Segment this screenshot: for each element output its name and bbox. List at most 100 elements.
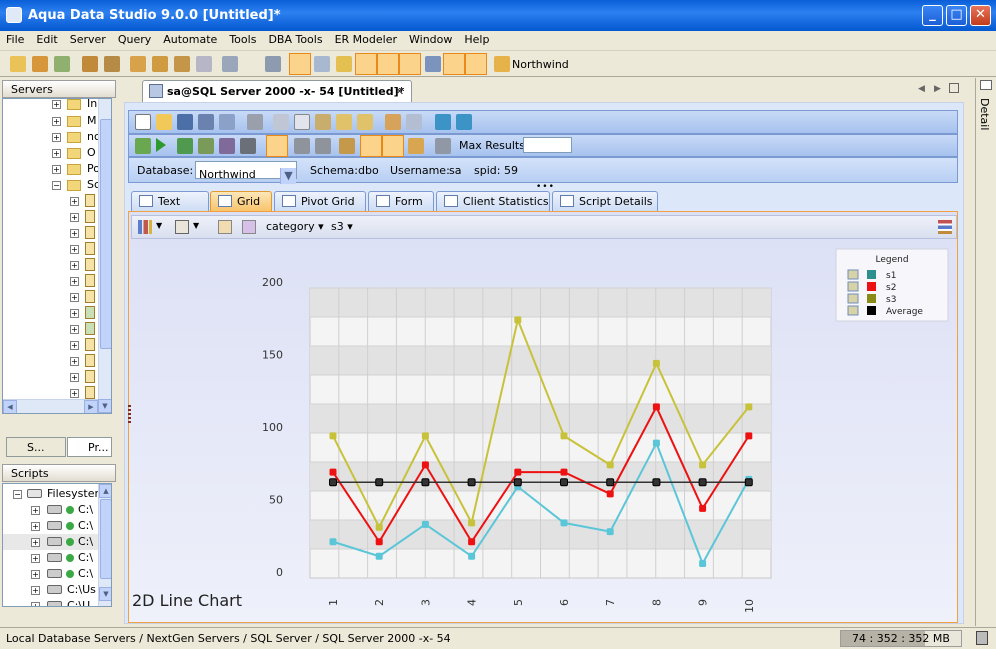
commit-icon[interactable]: [294, 138, 310, 154]
tab-next-icon[interactable]: ▶: [934, 84, 941, 94]
open-icon[interactable]: [156, 114, 172, 130]
expand-icon[interactable]: +: [70, 261, 79, 270]
expand-icon[interactable]: +: [31, 506, 40, 515]
tab-text-label[interactable]: Text: [158, 195, 180, 208]
expand-icon[interactable]: +: [70, 309, 79, 318]
document-tab[interactable]: sa@SQL Server 2000 -x- 54 [Untitled]* ✕: [142, 80, 412, 102]
comment-icon[interactable]: [435, 114, 451, 130]
rollback-icon[interactable]: [315, 138, 331, 154]
chart-properties-icon[interactable]: [242, 220, 256, 234]
auto-commit-toggle[interactable]: [266, 135, 288, 157]
tab-list-icon[interactable]: [949, 83, 959, 93]
toolbar-server-label[interactable]: Northwind: [512, 58, 569, 71]
maximize-button[interactable]: □: [946, 5, 967, 26]
tools-icon[interactable]: [222, 56, 238, 72]
expand-icon[interactable]: +: [31, 586, 40, 595]
menu-query[interactable]: Query: [112, 31, 157, 49]
tab-grid-label[interactable]: Grid: [237, 195, 260, 208]
new-icon[interactable]: [135, 114, 151, 130]
menu-edit[interactable]: Edit: [30, 31, 63, 49]
tab-form[interactable]: Form: [368, 191, 434, 211]
expand-icon[interactable]: +: [70, 373, 79, 382]
series-select[interactable]: s3 ▾: [331, 220, 353, 233]
expand-icon[interactable]: +: [31, 602, 40, 606]
chart-data-icon[interactable]: [218, 220, 232, 234]
menu-file[interactable]: File: [0, 31, 30, 49]
tree-item-label[interactable]: C:\: [78, 503, 93, 516]
execute-current-icon[interactable]: [177, 138, 193, 154]
menu-tools[interactable]: Tools: [223, 31, 262, 49]
expand-icon[interactable]: +: [31, 522, 40, 531]
results-grid-toggle[interactable]: [360, 135, 382, 157]
database-select[interactable]: Northwind ▼: [195, 161, 297, 184]
max-results-input[interactable]: [523, 137, 572, 153]
connect-icon[interactable]: [82, 56, 98, 72]
layout-toggle-1[interactable]: [289, 53, 311, 75]
layout-toggle-4[interactable]: [355, 53, 377, 75]
save-as-icon[interactable]: [198, 114, 214, 130]
tab-client-statistics[interactable]: Client Statistics: [436, 191, 550, 211]
northwind-server-icon[interactable]: [494, 56, 510, 72]
history-icon[interactable]: [435, 138, 451, 154]
expand-icon[interactable]: +: [52, 165, 61, 174]
uncomment-icon[interactable]: [456, 114, 472, 130]
copy-icon[interactable]: [294, 114, 310, 130]
chevron-down-icon[interactable]: ▼: [193, 221, 199, 230]
close-tab-icon[interactable]: ✕: [395, 85, 404, 98]
tree-item-label[interactable]: C:\: [78, 567, 93, 580]
menu-window[interactable]: Window: [403, 31, 458, 49]
disconnect-icon[interactable]: [104, 56, 120, 72]
cut-icon[interactable]: [273, 114, 289, 130]
servers-hscrollbar[interactable]: ◀ ▶: [3, 399, 98, 413]
expand-icon[interactable]: +: [70, 341, 79, 350]
expand-icon[interactable]: +: [52, 100, 61, 109]
tree-item-label[interactable]: C:\U: [67, 599, 90, 606]
menu-er-modeler[interactable]: ER Modeler: [329, 31, 403, 49]
scroll-up-icon[interactable]: ▲: [99, 484, 111, 498]
detail-panel-icon[interactable]: [980, 80, 992, 90]
expand-icon[interactable]: +: [70, 277, 79, 286]
query-window-icon[interactable]: [130, 56, 146, 72]
menu-help[interactable]: Help: [458, 31, 495, 49]
scripts-scrollbar[interactable]: ▲ ▼: [98, 484, 111, 606]
save-all-icon[interactable]: [219, 114, 235, 130]
tab-script-details-label[interactable]: Script Details: [579, 195, 653, 208]
chevron-down-icon[interactable]: ▼: [156, 221, 162, 230]
expand-icon[interactable]: +: [70, 293, 79, 302]
execute-icon[interactable]: [156, 138, 166, 152]
execute-all-icon[interactable]: [135, 138, 151, 154]
document-tab-title[interactable]: sa@SQL Server 2000 -x- 54 [Untitled]*: [167, 85, 404, 98]
scroll-down-icon[interactable]: ▼: [99, 587, 111, 601]
results-icon[interactable]: [339, 138, 355, 154]
menu-automate[interactable]: Automate: [157, 31, 223, 49]
scripts-tree[interactable]: − Filesysten + C:\ + C:\ + C:\ + C:\ + C:\ + C:…: [2, 483, 112, 607]
save-icon[interactable]: [177, 114, 193, 130]
expand-icon[interactable]: +: [70, 389, 79, 398]
print-icon[interactable]: [247, 114, 263, 130]
tab-grid[interactable]: Grid: [210, 191, 272, 211]
menu-server[interactable]: Server: [64, 31, 112, 49]
expand-icon[interactable]: +: [31, 538, 40, 547]
expand-icon[interactable]: +: [70, 197, 79, 206]
expand-icon[interactable]: +: [70, 213, 79, 222]
execute-plan-icon[interactable]: [219, 138, 235, 154]
execute-selection-icon[interactable]: [198, 138, 214, 154]
find-icon[interactable]: [406, 114, 422, 130]
tab-pivot-grid-label[interactable]: Pivot Grid: [301, 195, 355, 208]
scroll-down-icon[interactable]: ▼: [98, 399, 111, 413]
layout-toggle-8[interactable]: [443, 53, 465, 75]
results-chart-icon[interactable]: [408, 138, 424, 154]
expand-icon[interactable]: +: [52, 117, 61, 126]
print-icon[interactable]: [265, 56, 281, 72]
expand-icon[interactable]: +: [52, 133, 61, 142]
tree-item-label[interactable]: C:\: [78, 551, 93, 564]
tree-item-label[interactable]: C:\: [78, 535, 93, 548]
scroll-thumb[interactable]: [100, 499, 111, 579]
expand-icon[interactable]: +: [70, 357, 79, 366]
close-button[interactable]: ✕: [970, 5, 991, 26]
detail-tab[interactable]: Detail: [978, 98, 991, 130]
results-split-toggle[interactable]: [382, 135, 404, 157]
delete-server-icon[interactable]: [32, 56, 48, 72]
tree-item-label[interactable]: In: [87, 99, 97, 110]
expand-icon[interactable]: +: [52, 149, 61, 158]
